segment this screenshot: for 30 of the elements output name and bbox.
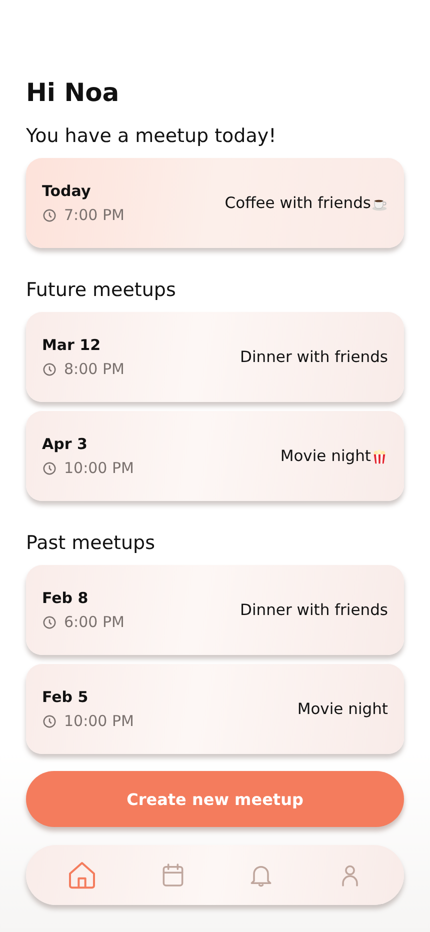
meetup-date: Feb 8 [42,589,90,607]
meetup-time: 10:00 PM [64,459,134,477]
clock-icon [42,208,57,222]
clock-icon [42,460,57,476]
meetup-card[interactable]: Today 7:00 PM Coffee with friends [26,158,404,248]
section-heading: Future meetups [26,279,177,301]
section-heading: You have a meetup today! [26,125,278,147]
meetup-time: 10:00 PM [64,712,134,730]
meetup-card[interactable]: Apr 3 10:00 PM Movie night [26,411,404,501]
popcorn-icon [371,448,388,464]
meetup-title: Movie night [280,447,371,465]
meetup-title: Movie night [297,700,388,718]
meetup-time: 8:00 PM [64,360,124,378]
meetup-date: Today [42,182,92,200]
clock-icon [42,362,57,376]
meetup-title: Dinner with friends [240,348,388,366]
meetup-title: Coffee with friends [224,194,371,212]
clock-icon [42,614,57,630]
meetup-card[interactable]: Feb 5 10:00 PM Movie night [26,664,404,754]
section-heading: Past meetups [26,532,156,554]
meetup-time: 6:00 PM [64,613,124,631]
meetup-time: 7:00 PM [64,206,124,224]
greeting-title: Hi Noa [26,78,120,107]
meetup-date: Mar 12 [42,336,102,354]
clock-icon [42,714,57,728]
meetup-date: Apr 3 [42,435,88,453]
meetup-card[interactable]: Feb 8 6:00 PM Dinner with friends [26,565,404,655]
meetup-title: Dinner with friends [240,601,388,619]
meetup-card[interactable]: Mar 12 8:00 PM Dinner with friends [26,312,404,402]
meetup-date: Feb 5 [42,688,90,706]
